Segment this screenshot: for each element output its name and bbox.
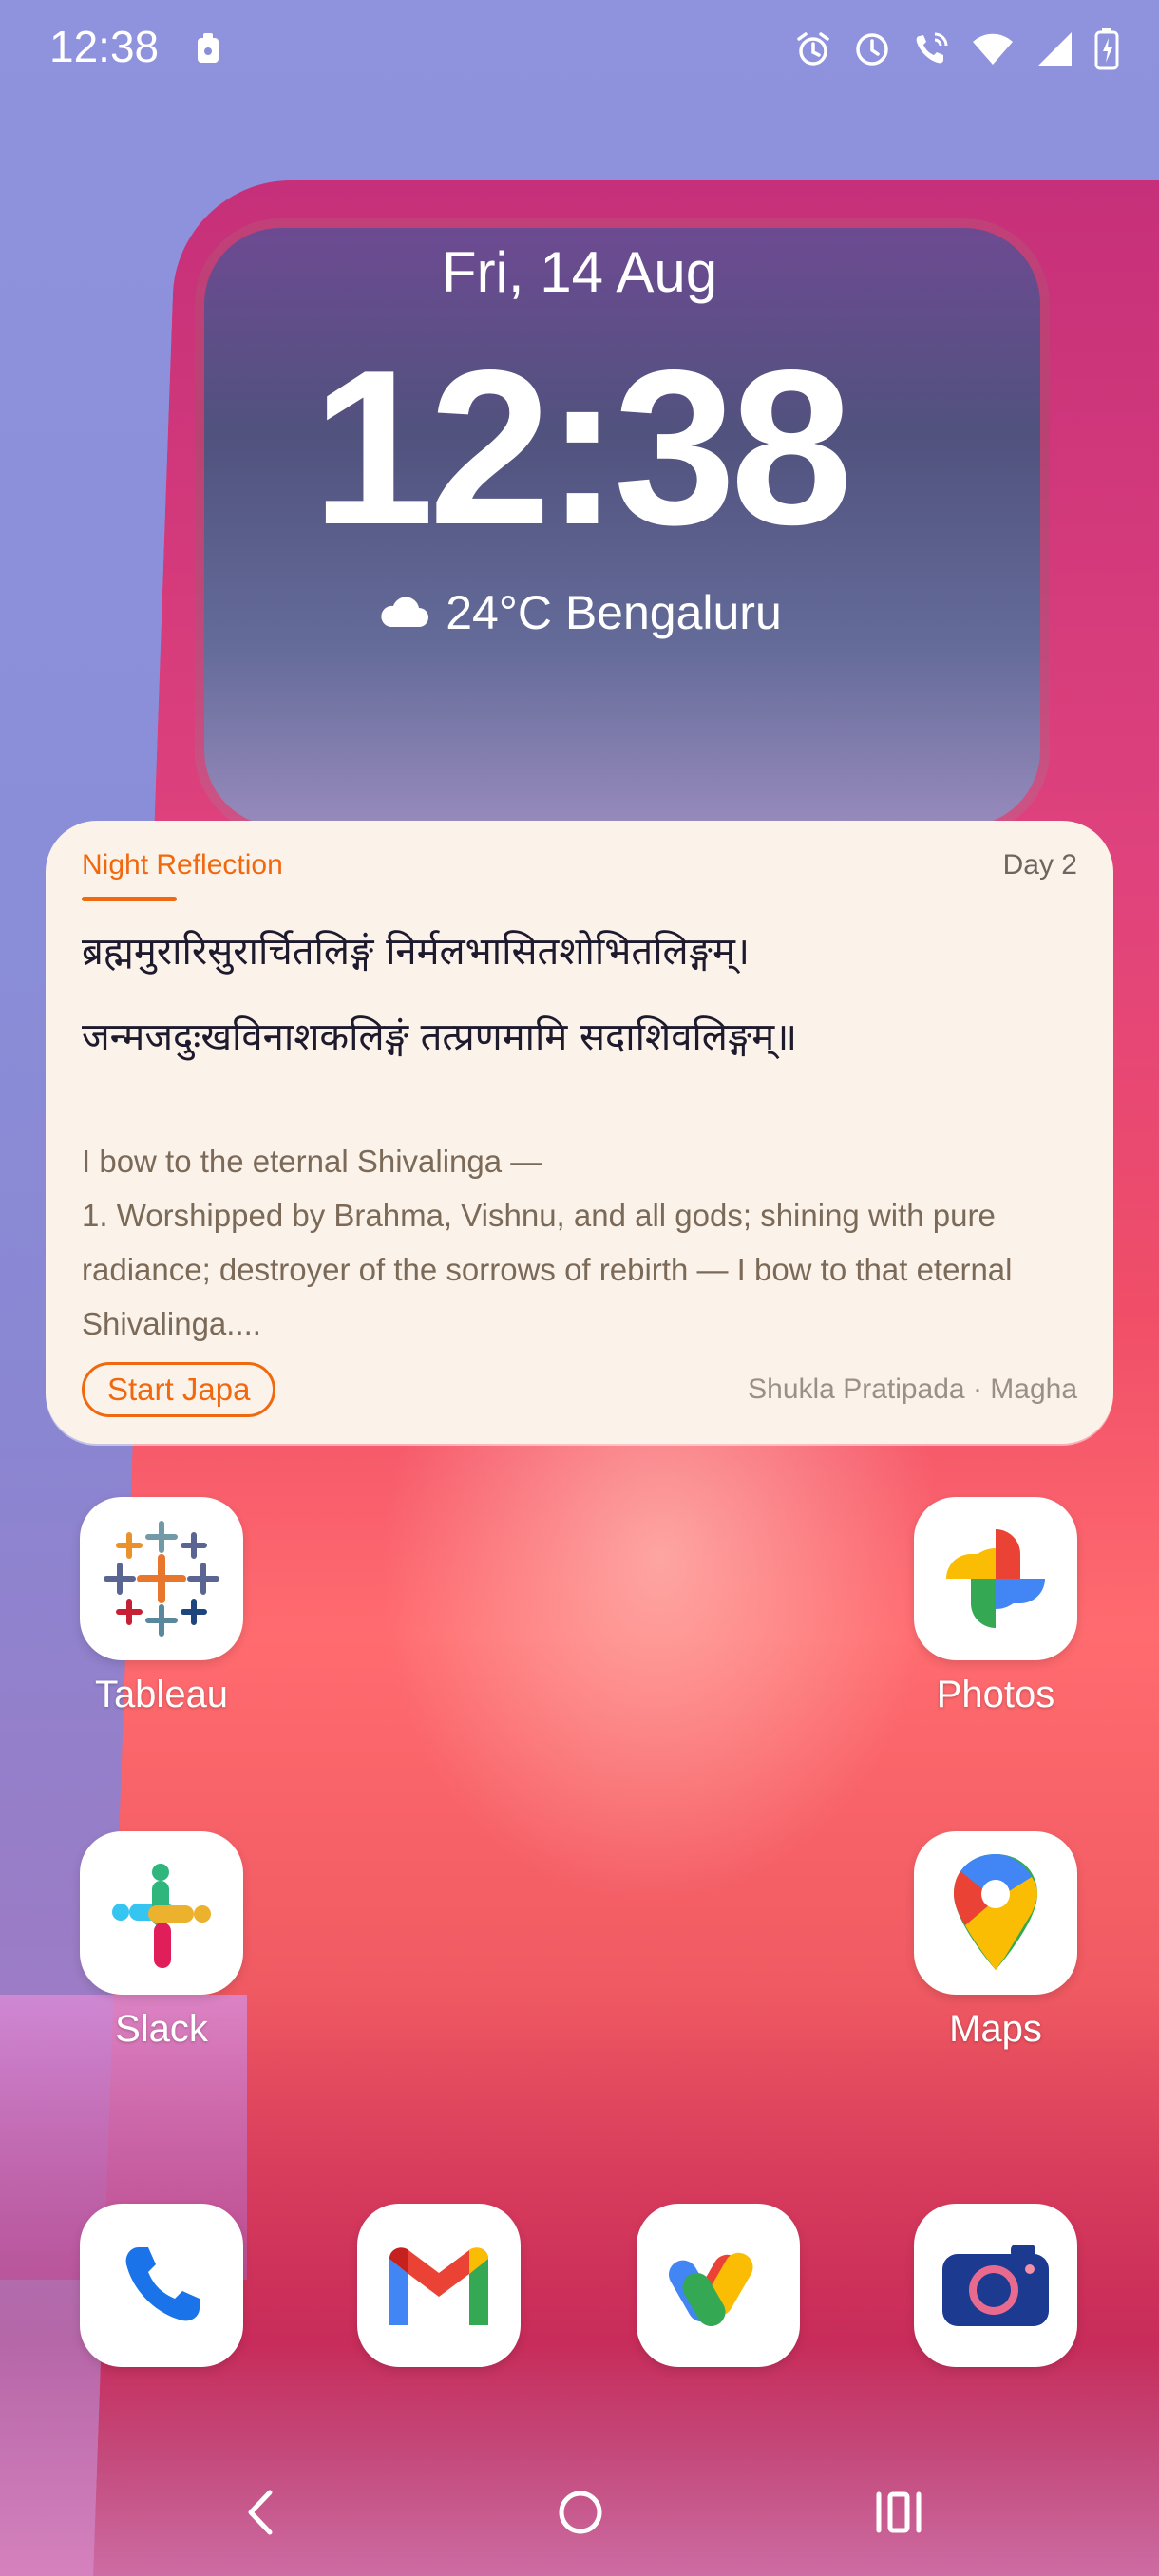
widget-label-underline	[82, 897, 177, 901]
weather-text: 24°C Bengaluru	[446, 586, 782, 639]
dock-phone[interactable]	[66, 2204, 256, 2367]
app-photos[interactable]: Photos	[901, 1497, 1091, 1716]
widget-day: Day 2	[1002, 849, 1077, 881]
app-slack[interactable]: Slack	[66, 1831, 256, 2051]
verse-translation: I bow to the eternal Shivalinga — 1. Wor…	[82, 1134, 1079, 1351]
dock-gmail[interactable]	[344, 2204, 534, 2367]
google-maps-icon	[914, 1831, 1077, 1995]
app-label: Tableau	[94, 1674, 229, 1715]
gmail-icon	[357, 2204, 521, 2367]
tableau-icon	[80, 1497, 243, 1660]
status-time: 12:38	[49, 22, 160, 71]
slack-icon	[80, 1831, 243, 1995]
night-reflection-widget[interactable]: Night Reflection Day 2 ब्रह्ममुरारिसुरार…	[46, 821, 1113, 1444]
verse-line-2: जन्मजदुःखविनाशकलिङ्गं तत्प्रणमामि सदाशिव…	[82, 1015, 798, 1059]
navigation-bar	[0, 2460, 1159, 2565]
start-japa-button[interactable]: Start Japa	[82, 1362, 276, 1417]
app-label: Photos	[936, 1674, 1055, 1715]
cloud-icon	[377, 585, 429, 640]
battery-charging-icon	[1094, 28, 1119, 70]
dock-google-pay[interactable]	[623, 2204, 813, 2367]
home-icon[interactable]	[557, 2489, 604, 2540]
status-bar: 12:38	[0, 0, 1159, 95]
weather-widget[interactable]: 24°C Bengaluru	[0, 585, 1159, 640]
phone-icon	[80, 2204, 243, 2367]
verse-line-1: ब्रह्ममुरारिसुरार्चितलिङ्गं निर्मलभासितश…	[82, 930, 750, 974]
lockscreen-clock[interactable]: 12:38	[0, 334, 1159, 562]
signal-icon	[1036, 30, 1074, 68]
dock-camera[interactable]	[901, 2204, 1091, 2367]
alarm-icon	[794, 30, 832, 68]
google-photos-icon	[914, 1497, 1077, 1660]
camera-icon	[914, 2204, 1077, 2367]
back-icon[interactable]	[243, 2489, 277, 2540]
app-label: Maps	[949, 2008, 1042, 2050]
app-label: Slack	[115, 2008, 208, 2050]
widget-label: Night Reflection	[82, 849, 283, 881]
app-tableau[interactable]: Tableau	[66, 1497, 256, 1716]
wifi-calling-icon	[912, 30, 950, 68]
clock-icon	[853, 30, 891, 68]
clipboard-icon	[196, 32, 220, 65]
widget-meta: Shukla Pratipada · Magha	[748, 1373, 1077, 1405]
app-maps[interactable]: Maps	[901, 1831, 1091, 2051]
lockscreen-date: Fri, 14 Aug	[441, 240, 718, 304]
recents-icon[interactable]	[874, 2489, 923, 2540]
wifi-icon	[971, 30, 1015, 68]
translation-text: I bow to the eternal Shivalinga — 1. Wor…	[82, 1144, 1013, 1341]
google-pay-icon	[636, 2204, 800, 2367]
